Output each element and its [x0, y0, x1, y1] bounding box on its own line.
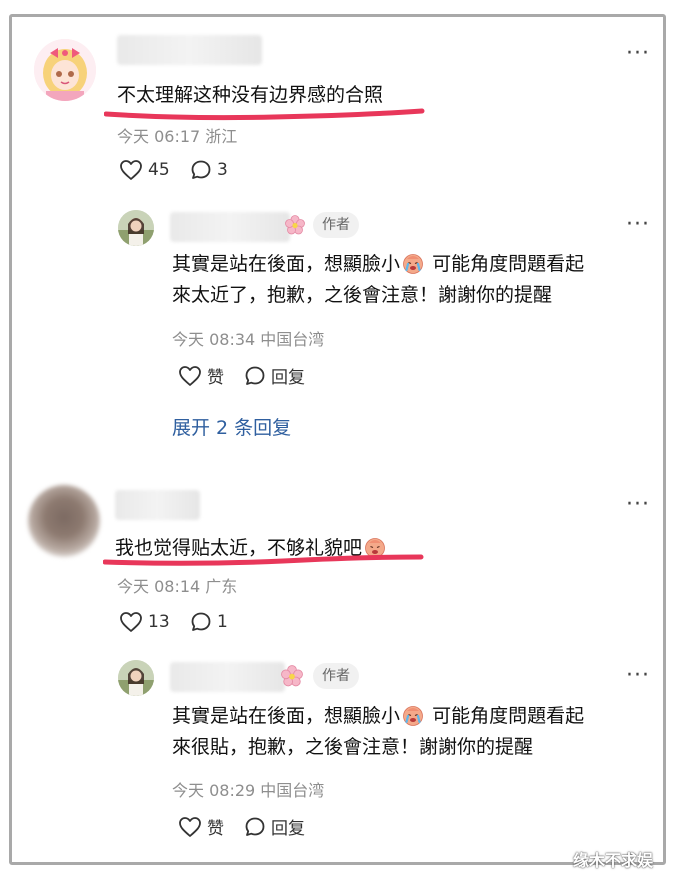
reply-label: 回复	[271, 819, 305, 839]
flower-emoji-icon	[281, 665, 303, 687]
more-icon[interactable]: ···	[626, 494, 650, 516]
author-reply-location: 中国台湾	[260, 781, 325, 800]
author-photo-icon	[118, 210, 154, 246]
comment-icon	[191, 160, 211, 179]
author-reply-meta: 今天 08:29 中国台湾	[172, 777, 324, 801]
crying-emoji-icon	[403, 254, 423, 274]
more-icon[interactable]: ···	[626, 665, 650, 687]
commenter-avatar[interactable]	[28, 485, 100, 557]
commenter-name[interactable]	[117, 35, 262, 65]
reply-line-1: 其實是站在後面，想顯臉小	[172, 253, 401, 275]
comment-location: 浙江	[205, 127, 238, 146]
reply-line-1: 其實是站在後面，想顯臉小	[172, 705, 401, 727]
expand-replies-link[interactable]: 展开 2 条回复	[172, 413, 291, 440]
author-badge: 作者	[313, 663, 359, 689]
author-reply-button[interactable]: 回复	[244, 363, 305, 388]
heart-icon	[120, 160, 142, 180]
reply-count: 3	[217, 160, 228, 180]
author-reply-text: 其實是站在後面，想顯臉小 可能角度問題看起 來太近了，抱歉，之後會注意！謝謝你的…	[172, 249, 662, 311]
comment-meta: 今天 06:17 浙江	[117, 123, 237, 147]
like-label: 赞	[207, 819, 224, 839]
crying-emoji-icon	[403, 706, 423, 726]
red-underline-annotation	[103, 554, 424, 566]
watermark: 缘木不求娱	[573, 851, 654, 870]
like-count: 13	[148, 612, 170, 632]
comment-text: 不太理解这种没有边界感的合照	[117, 84, 384, 106]
author-reply-text: 其實是站在後面，想顯臉小 可能角度問題看起 來很貼，抱歉，之後會注意！謝謝你的提…	[172, 701, 662, 763]
flower-emoji-icon	[285, 215, 305, 235]
red-underline-annotation	[104, 108, 425, 121]
anime-girl-avatar-icon	[34, 39, 96, 101]
comment-location: 广东	[205, 577, 238, 596]
author-name[interactable]	[170, 662, 285, 692]
author-reply-button[interactable]: 回复	[244, 814, 305, 839]
reply-line-2: 來太近了，抱歉，之後會注意！謝謝你的提醒	[172, 284, 553, 306]
more-icon[interactable]: ···	[626, 43, 650, 65]
heart-icon	[179, 816, 201, 837]
author-reply-time: 今天 08:29	[172, 781, 256, 800]
author-photo-icon	[118, 660, 154, 696]
author-like-button[interactable]: 赞	[178, 363, 224, 388]
author-badge: 作者	[313, 212, 359, 238]
comment-icon	[191, 612, 211, 631]
author-like-button[interactable]: 赞	[178, 814, 224, 839]
reply-line-1b: 可能角度問題看起	[432, 705, 585, 727]
reply-button[interactable]: 3	[190, 159, 228, 181]
like-count: 45	[148, 160, 170, 180]
more-icon[interactable]: ···	[626, 214, 650, 236]
comment-icon	[245, 366, 265, 385]
reply-count: 1	[217, 612, 228, 632]
comment-meta: 今天 08:14 广东	[117, 573, 237, 597]
heart-icon	[120, 612, 142, 632]
author-reply-time: 今天 08:34	[172, 330, 256, 349]
commenter-avatar[interactable]	[34, 39, 96, 101]
comment-time: 今天 06:17	[117, 127, 201, 146]
reply-line-2: 來很貼，抱歉，之後會注意！謝謝你的提醒	[172, 736, 534, 758]
author-avatar[interactable]	[118, 210, 154, 246]
author-reply-meta: 今天 08:34 中国台湾	[172, 326, 324, 350]
comment-time: 今天 08:14	[117, 577, 201, 596]
reply-line-1b: 可能角度問題看起	[432, 253, 585, 275]
author-name[interactable]	[170, 212, 290, 242]
heart-icon	[179, 365, 201, 386]
author-avatar[interactable]	[118, 660, 154, 696]
commenter-name[interactable]	[115, 490, 200, 520]
reply-label: 回复	[271, 368, 305, 388]
like-button[interactable]: 45	[119, 159, 170, 181]
like-label: 赞	[207, 368, 224, 388]
author-reply-location: 中国台湾	[260, 330, 325, 349]
comment-icon	[245, 817, 265, 836]
like-button[interactable]: 13	[119, 611, 170, 633]
reply-button[interactable]: 1	[190, 611, 228, 633]
